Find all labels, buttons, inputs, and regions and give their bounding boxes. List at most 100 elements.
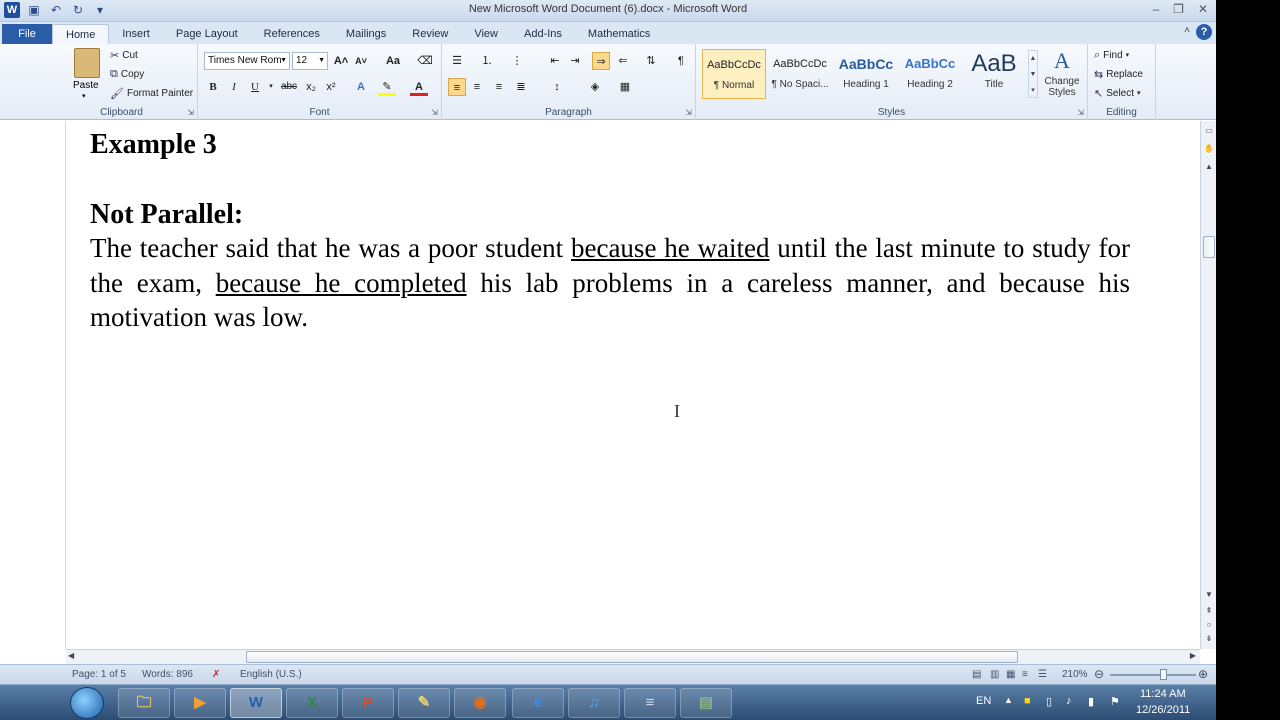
select-button[interactable]: ↖ Select ▾ [1094, 84, 1141, 102]
show-formatting-icon[interactable]: ¶ [672, 52, 690, 70]
view-full-screen-icon[interactable]: ▥ [990, 669, 999, 680]
zoom-level[interactable]: 210% [1062, 669, 1088, 680]
justify-icon[interactable]: ≣ [512, 78, 530, 96]
taskbar-notepad[interactable]: ≡ [624, 688, 676, 718]
highlight-icon[interactable]: ✎ [378, 78, 396, 96]
paragraph-launcher-icon[interactable]: ⇲ [685, 108, 692, 117]
usb-icon[interactable]: ▯ [1046, 695, 1052, 708]
zoom-out-icon[interactable]: ⊖ [1094, 667, 1104, 681]
paste-icon[interactable] [74, 48, 100, 78]
tab-review[interactable]: Review [399, 24, 461, 44]
minimize-button[interactable]: – [1152, 2, 1159, 16]
taskbar-internet-explorer[interactable]: e [512, 688, 564, 718]
styles-scroll[interactable]: ▲ ▼ ▾ [1028, 50, 1038, 98]
ruler-toggle-icon[interactable]: ▭ [1203, 125, 1215, 137]
sort-icon[interactable]: ⇅ [642, 52, 660, 70]
font-color-icon[interactable]: A [410, 78, 428, 96]
horizontal-scrollbar[interactable]: ◀ ▶ [66, 649, 1200, 664]
shrink-font-button[interactable]: A˅ [352, 52, 370, 70]
borders-icon[interactable]: ▦ [616, 78, 634, 96]
text-effects-icon[interactable]: A [352, 78, 370, 96]
language-bar[interactable]: EN [976, 695, 991, 707]
clipboard-launcher-icon[interactable]: ⇲ [187, 108, 194, 117]
restore-button[interactable]: ❐ [1173, 2, 1184, 16]
style-no-spacing[interactable]: AaBbCcDc ¶ No Spaci... [768, 49, 832, 99]
font-size-combo[interactable]: 12 ▼ [292, 52, 328, 70]
paste-dropdown-icon[interactable]: ▾ [82, 92, 86, 100]
start-button[interactable] [70, 687, 104, 719]
hand-icon[interactable]: ✋ [1203, 143, 1215, 155]
zoom-slider[interactable] [1110, 674, 1196, 676]
view-web-layout-icon[interactable]: ▦ [1006, 669, 1015, 680]
tab-add-ins[interactable]: Add-Ins [511, 24, 575, 44]
styles-launcher-icon[interactable]: ⇲ [1077, 108, 1084, 117]
format-painter-button[interactable]: 🖌 Format Painter [110, 84, 193, 102]
document-page[interactable]: Example 3 Not Parallel: The teacher said… [66, 121, 1200, 649]
cut-button[interactable]: ✂ Cut [110, 46, 138, 64]
taskbar-media-player[interactable]: ▶ [174, 688, 226, 718]
bold-button[interactable]: B [204, 78, 222, 96]
scroll-down-icon[interactable]: ▼ [1203, 589, 1215, 601]
view-draft-icon[interactable]: ☰ [1038, 669, 1047, 680]
taskbar-explorer[interactable]: 🗀 [118, 688, 170, 718]
align-right-icon[interactable]: ≡ [490, 78, 508, 96]
tray-app-icon[interactable]: ■ [1024, 695, 1031, 707]
multilevel-list-icon[interactable]: ⋮ [508, 52, 526, 70]
show-hidden-icons-icon[interactable]: ▲ [1004, 695, 1013, 705]
previous-page-icon[interactable]: ⇞ [1203, 605, 1215, 617]
next-page-icon[interactable]: ⇟ [1203, 633, 1215, 645]
scroll-left-icon[interactable]: ◀ [68, 651, 74, 660]
zoom-slider-knob[interactable] [1160, 669, 1167, 680]
find-button[interactable]: ⌕ Find ▾ [1094, 46, 1129, 64]
font-family-combo[interactable]: Times New Rom ▼ [204, 52, 290, 70]
taskbar-powerpoint[interactable]: P [342, 688, 394, 718]
volume-icon[interactable]: ♪ [1066, 695, 1072, 707]
network-icon[interactable]: ▮ [1088, 695, 1094, 708]
shading-icon[interactable]: ◈ [586, 78, 604, 96]
style-title[interactable]: AaB Title [962, 49, 1026, 99]
copy-button[interactable]: ⧉ Copy [110, 65, 144, 83]
superscript-button[interactable]: x² [322, 78, 340, 96]
clock-date[interactable]: 12/26/2011 [1136, 704, 1190, 716]
scroll-up-icon[interactable]: ▲ [1203, 161, 1215, 173]
clock-time[interactable]: 11:24 AM [1140, 688, 1186, 700]
replace-button[interactable]: ⇆ Replace [1094, 65, 1143, 83]
tab-insert[interactable]: Insert [109, 24, 163, 44]
decrease-indent-icon[interactable]: ⇤ [546, 52, 564, 70]
taskbar-excel[interactable]: X [286, 688, 338, 718]
subscript-button[interactable]: x₂ [302, 78, 320, 96]
help-icon[interactable]: ? [1196, 24, 1212, 40]
line-spacing-icon[interactable]: ↕ [548, 78, 566, 96]
tab-mailings[interactable]: Mailings [333, 24, 399, 44]
tab-view[interactable]: View [461, 24, 511, 44]
italic-button[interactable]: I [225, 78, 243, 96]
numbering-icon[interactable]: ⒈ [478, 52, 496, 70]
rtl-text-icon[interactable]: ⇐ [614, 52, 632, 70]
grow-font-button[interactable]: A˄ [332, 52, 350, 70]
taskbar-firefox[interactable]: ◉ [454, 688, 506, 718]
align-center-icon[interactable]: ≡ [468, 78, 486, 96]
taskbar-word[interactable]: W [230, 688, 282, 718]
vertical-scroll-thumb[interactable] [1203, 236, 1215, 258]
select-browse-object-icon[interactable]: ○ [1203, 619, 1215, 631]
change-styles-button[interactable]: A Change Styles [1042, 46, 1082, 98]
style-normal[interactable]: AaBbCcDc ¶ Normal [702, 49, 766, 99]
taskbar-itunes[interactable]: ♫ [568, 688, 620, 718]
horizontal-scroll-thumb[interactable] [246, 651, 1018, 663]
tab-mathematics[interactable]: Mathematics [575, 24, 663, 44]
taskbar-sticky-folder[interactable]: ✎ [398, 688, 450, 718]
align-left-icon[interactable]: ≡ [448, 78, 466, 96]
clear-formatting-icon[interactable]: ⌫ [416, 52, 434, 70]
change-case-button[interactable]: Aa [380, 52, 406, 70]
bullets-icon[interactable]: ☰ [448, 52, 466, 70]
view-outline-icon[interactable]: ≡ [1022, 669, 1028, 680]
tab-home[interactable]: Home [52, 24, 110, 44]
action-center-icon[interactable]: ⚑ [1110, 695, 1120, 708]
proofing-icon[interactable]: ✗ [212, 669, 220, 680]
tab-page-layout[interactable]: Page Layout [163, 24, 251, 44]
ltr-text-icon[interactable]: ⇒ [592, 52, 610, 70]
language-indicator[interactable]: English (U.S.) [240, 669, 302, 680]
tab-file[interactable]: File [2, 24, 52, 44]
vertical-scrollbar[interactable]: ▭ ✋ ▲ ▼ ⇞ ○ ⇟ [1200, 121, 1216, 649]
minimize-ribbon-icon[interactable]: ˄ [1184, 25, 1190, 36]
